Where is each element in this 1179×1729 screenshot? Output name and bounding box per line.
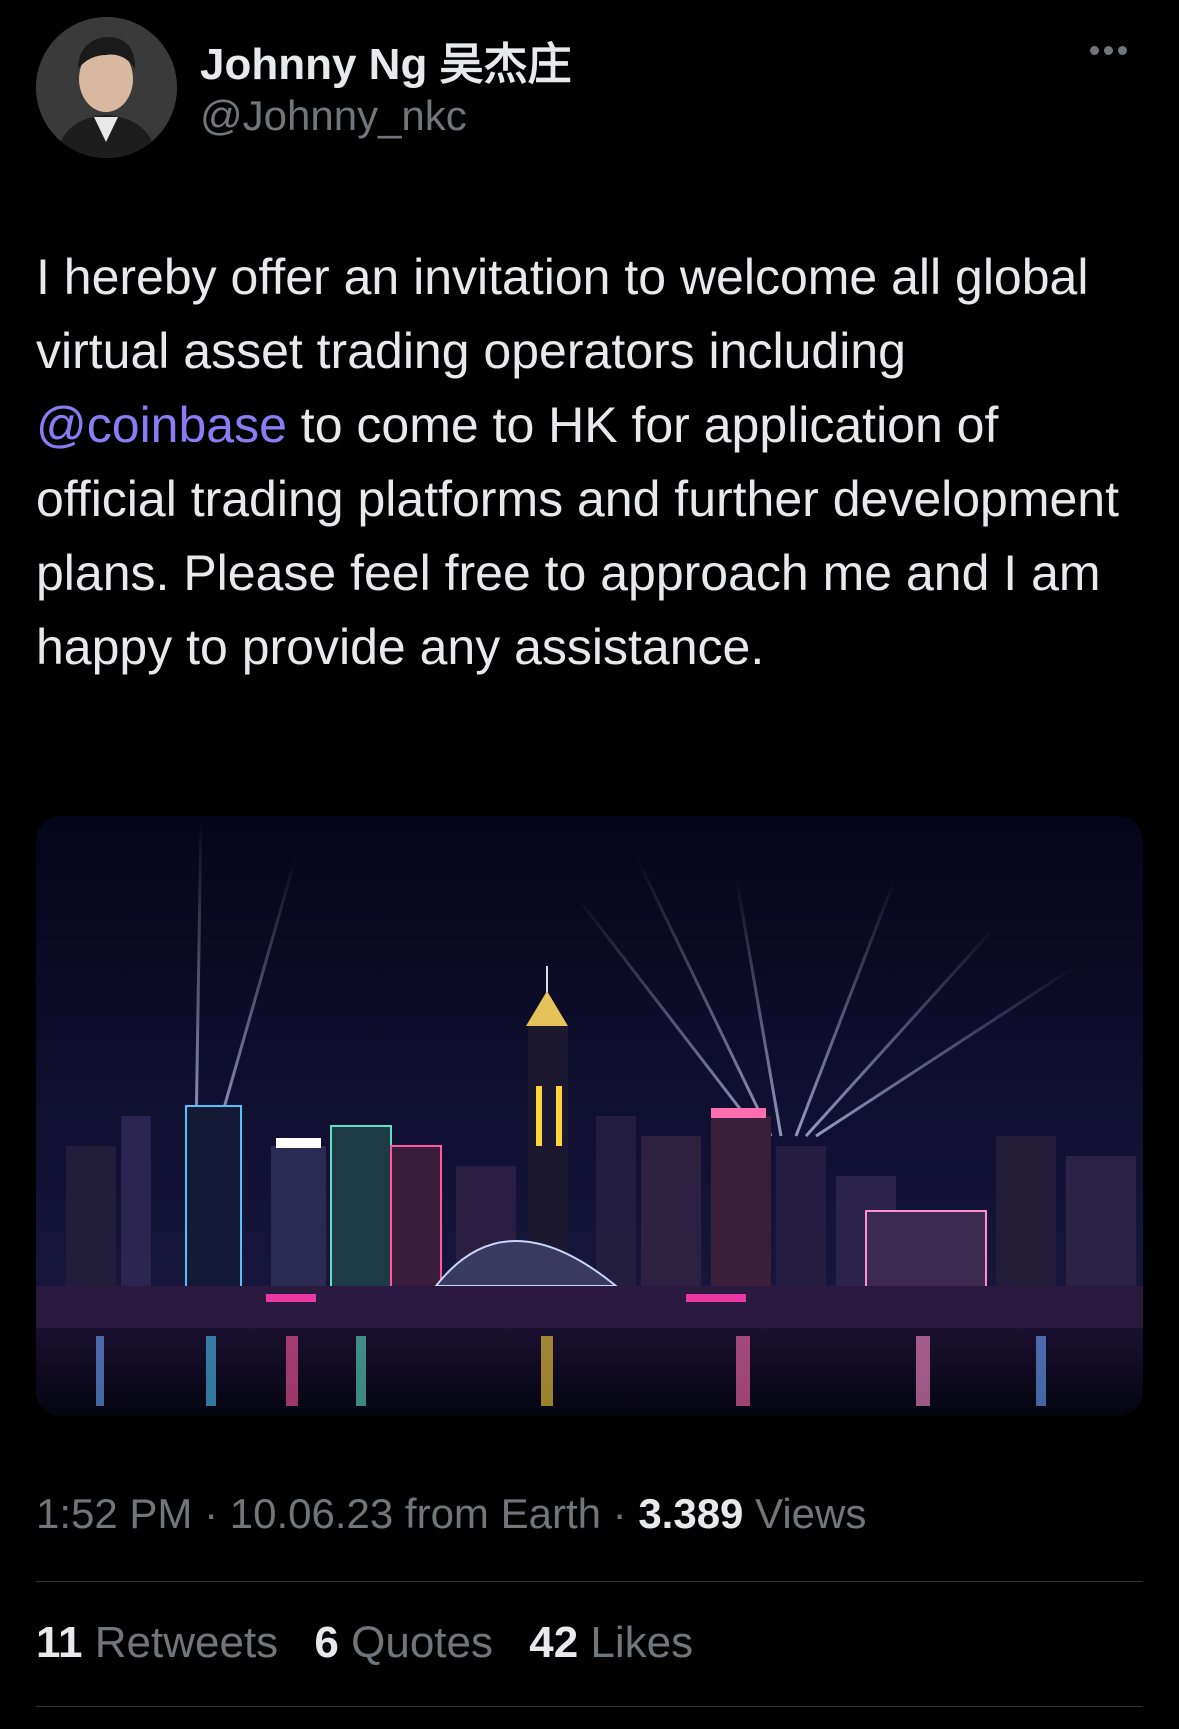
avatar-image xyxy=(36,17,177,158)
tweet-text: I hereby offer an invitation to welcome … xyxy=(36,240,1146,684)
retweets-count: 11 xyxy=(36,1618,83,1667)
mention-link[interactable]: @coinbase xyxy=(36,397,287,453)
retweets-stat[interactable]: 11 Retweets xyxy=(36,1618,278,1668)
tweet-source: from Earth xyxy=(404,1490,601,1537)
views-count: 3.389 xyxy=(638,1490,744,1537)
tweet-time[interactable]: 1:52 PM xyxy=(36,1490,192,1537)
author-handle[interactable]: @Johnny_nkc xyxy=(200,92,467,140)
likes-count: 42 xyxy=(529,1618,579,1667)
tweet-meta: 1:52 PM · 10.06.23 from Earth · 3.389 Vi… xyxy=(36,1490,867,1537)
quotes-count: 6 xyxy=(314,1618,339,1667)
more-icon[interactable] xyxy=(1090,42,1140,72)
likes-stat[interactable]: 42 Likes xyxy=(529,1618,693,1668)
tweet-media-image[interactable] xyxy=(36,816,1143,1416)
quotes-stat[interactable]: 6 Quotes xyxy=(314,1618,493,1668)
retweets-label: Retweets xyxy=(94,1618,279,1667)
author-name[interactable]: Johnny Ng 吴杰庄 xyxy=(200,28,572,92)
divider xyxy=(36,1706,1143,1707)
divider xyxy=(36,1581,1143,1582)
quotes-label: Quotes xyxy=(351,1618,493,1667)
views-label: Views xyxy=(755,1490,867,1537)
avatar[interactable] xyxy=(36,17,177,158)
tweet-text-before: I hereby offer an invitation to welcome … xyxy=(36,249,1089,379)
engagement-stats: 11 Retweets 6 Quotes 42 Likes xyxy=(36,1618,717,1668)
likes-label: Likes xyxy=(590,1618,694,1667)
tweet-date[interactable]: 10.06.23 xyxy=(230,1490,394,1537)
skyline-photo xyxy=(36,816,1143,1416)
